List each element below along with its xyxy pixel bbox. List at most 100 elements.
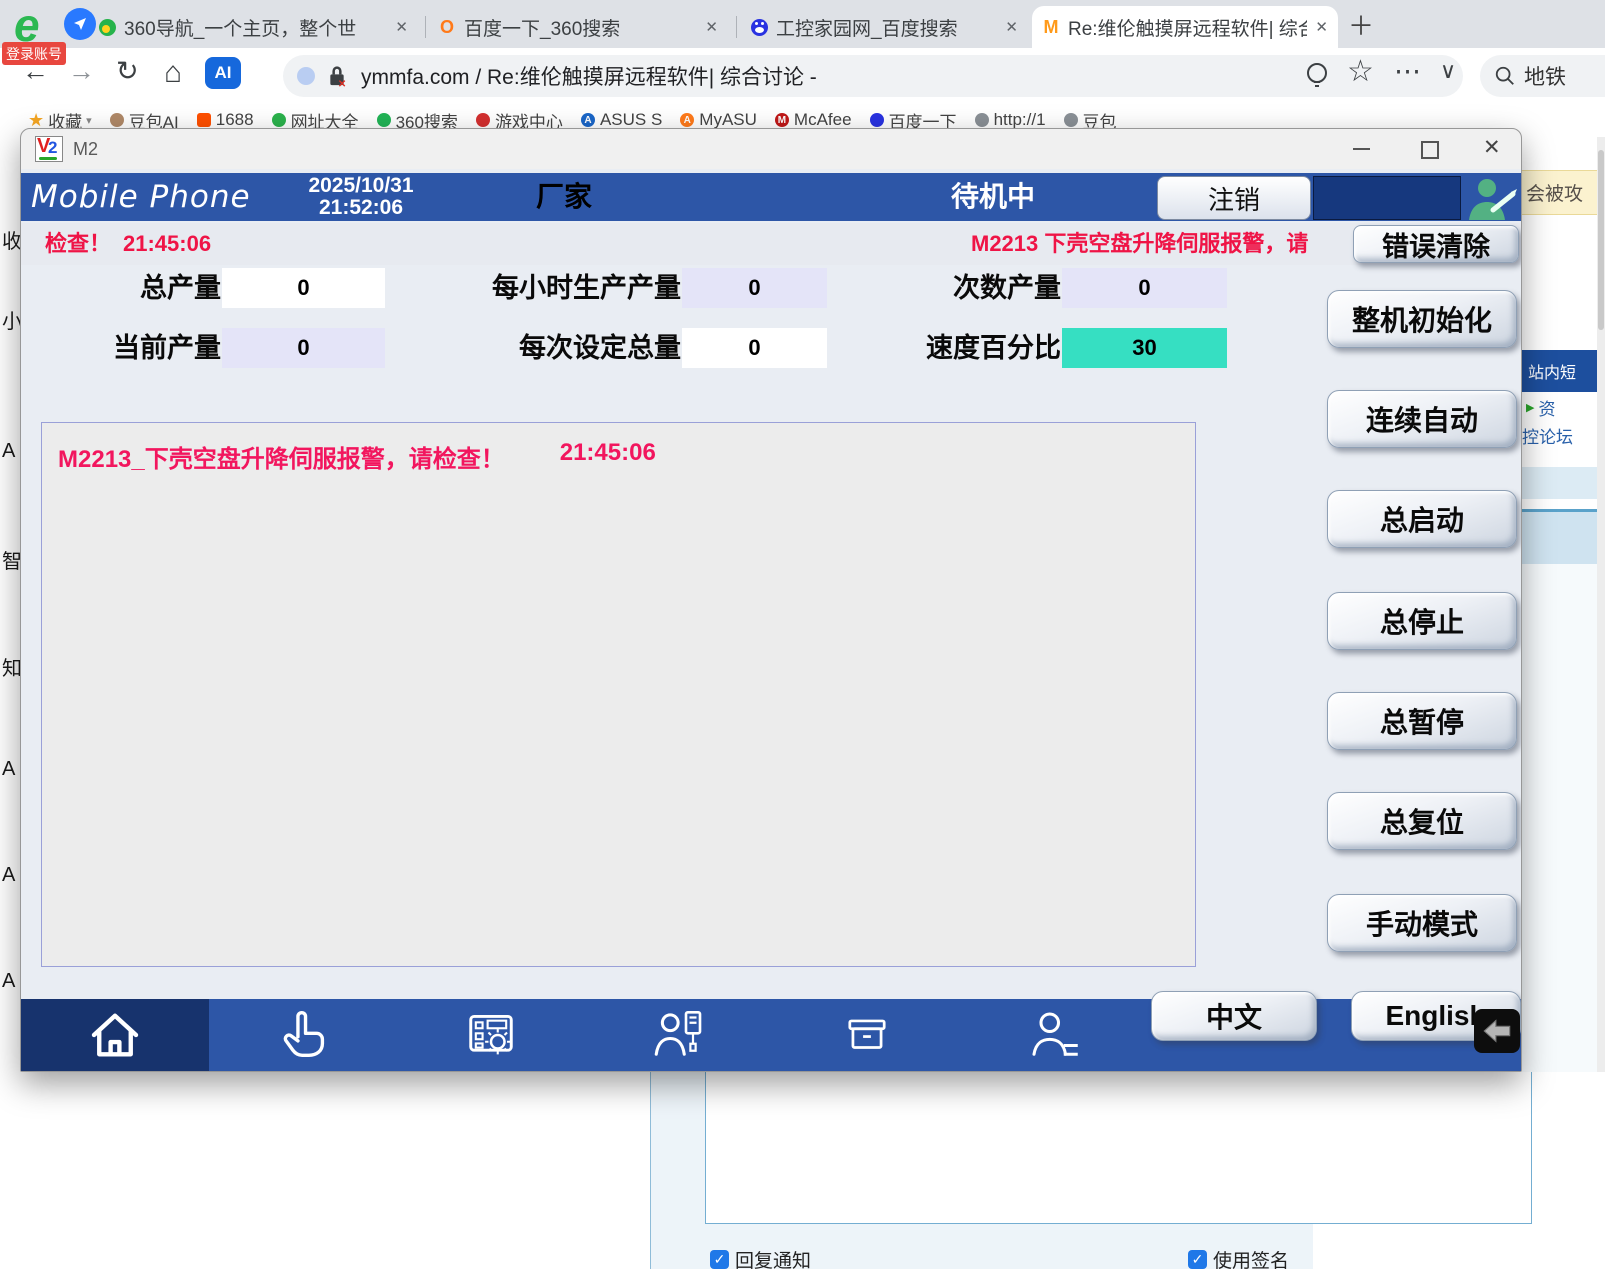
check-time: 21:45:06	[123, 223, 211, 265]
screen: e 360导航_一个主页，整个世 ✕ O 百度一下_360搜索 ✕ 工控家园网_…	[0, 0, 1605, 1269]
bookmark-1688[interactable]: 1688	[197, 110, 254, 130]
caret-down-icon: ▾	[86, 114, 92, 127]
stat-label-hourly-output: 每小时生产产量	[441, 268, 681, 308]
address-bar[interactable]: ✕ ymmfa.com / Re:维伦触摸屏远程软件| 综合讨论 -	[283, 55, 1463, 97]
stat-value-total-output[interactable]: 0	[222, 268, 385, 308]
check-label: 检查！	[45, 223, 111, 265]
use-signature-option[interactable]: ✓ 使用签名	[1188, 1246, 1289, 1269]
stat-value-set-total[interactable]: 0	[682, 328, 827, 368]
window-title-bar[interactable]: V2 M2	[21, 129, 1521, 169]
home-icon[interactable]: ⌂	[164, 56, 182, 90]
bookmark-star-icon[interactable]: ☆	[1347, 54, 1374, 89]
new-tab-button[interactable]: ＋	[1348, 6, 1374, 43]
ai-button[interactable]: AI	[205, 57, 241, 89]
nav-storage-tab[interactable]	[773, 999, 961, 1071]
stat-label-speed-percent: 速度百分比	[861, 328, 1061, 368]
forum-link2[interactable]: 控论坛	[1522, 423, 1573, 448]
checkbox-checked-icon[interactable]: ✓	[710, 1250, 729, 1269]
user-list-icon	[1026, 1007, 1084, 1063]
reply-textarea-fragment[interactable]	[705, 1072, 1532, 1224]
svg-text:✕: ✕	[338, 79, 346, 88]
globe-icon	[975, 113, 989, 127]
hmi-brand: Mobile Phone	[31, 173, 251, 221]
bookmark-asus[interactable]: AASUS S	[581, 110, 662, 130]
tab-weilun-forum-active[interactable]: M Re:维伦触摸屏远程软件| 综合 ✕	[1032, 6, 1338, 48]
bookmark-mcafee[interactable]: MMcAfee	[775, 110, 852, 130]
user-field-box[interactable]	[1313, 176, 1461, 220]
browser-tab-bar: e 360导航_一个主页，整个世 ✕ O 百度一下_360搜索 ✕ 工控家园网_…	[0, 0, 1605, 48]
master-stop-button[interactable]: 总停止	[1327, 592, 1517, 650]
tab-baidu-search[interactable]: O 百度一下_360搜索 ✕	[428, 6, 728, 48]
reply-notify-option[interactable]: ✓ 回复通知	[710, 1246, 811, 1269]
chevron-down-icon[interactable]: ∨	[1440, 58, 1456, 84]
vnc-viewer-icon: V2	[35, 136, 63, 162]
stat-label-defect-count: 次数产量	[881, 268, 1061, 308]
tab-separator	[736, 16, 737, 38]
globe-icon	[1064, 113, 1078, 127]
tab-close-icon[interactable]: ✕	[1315, 18, 1328, 36]
forum-link1[interactable]: ▶资	[1526, 395, 1555, 420]
forward-icon[interactable]: →	[68, 56, 95, 87]
continuous-auto-button[interactable]: 连续自动	[1327, 390, 1517, 448]
window-title: M2	[73, 139, 98, 160]
bookmark-http1[interactable]: http://1	[975, 110, 1046, 130]
tab-close-icon[interactable]: ✕	[1005, 18, 1018, 36]
nav-home-tab[interactable]	[21, 999, 209, 1071]
tab-close-icon[interactable]: ✕	[705, 18, 718, 36]
page-scrollbar-thumb[interactable]	[1598, 150, 1604, 330]
insecure-lock-icon[interactable]: ✕	[327, 64, 347, 88]
alarm-status-strip: 检查！ 21:45:06 M2213 下壳空盘升降伺服报警，请 错误清除	[21, 223, 1521, 265]
site-info-icon[interactable]	[297, 67, 315, 85]
logout-button[interactable]: 注销	[1157, 176, 1311, 220]
active-alarm-message: M2213 下壳空盘升降伺服报警，请	[971, 223, 1353, 265]
nav-user-tab[interactable]	[961, 999, 1149, 1071]
lightbulb-icon[interactable]	[1303, 61, 1331, 91]
stat-value-defect-count[interactable]: 0	[1062, 268, 1227, 308]
login-account-badge[interactable]: 登录账号	[2, 42, 66, 65]
lang-chinese-button[interactable]: 中文	[1151, 991, 1317, 1041]
wangzhi-favicon	[272, 113, 286, 127]
manual-mode-button[interactable]: 手动模式	[1327, 894, 1517, 952]
reload-icon[interactable]: ↻	[116, 56, 139, 87]
paper-plane-icon	[72, 16, 88, 32]
security-notice-fragment: 会被攻	[1522, 170, 1597, 215]
quick-search-box[interactable]: 地铁	[1480, 55, 1605, 97]
tab1-favicon	[98, 18, 116, 36]
checkbox-checked-icon[interactable]: ✓	[1188, 1250, 1207, 1269]
window-minimize-icon[interactable]	[1353, 148, 1370, 150]
tab-360-nav[interactable]: 360导航_一个主页，整个世 ✕	[88, 6, 418, 48]
vnc-back-overlay-button[interactable]	[1474, 1009, 1520, 1053]
control-panel-gear-icon	[462, 1008, 520, 1062]
nav-settings-tab[interactable]	[397, 999, 585, 1071]
bookmark-myasus[interactable]: AMyASU	[680, 110, 757, 130]
alarm-text: M2213_下壳空盘升降伺服报警，请检查！	[58, 439, 505, 474]
tab-title: 360导航_一个主页，整个世	[124, 14, 387, 41]
alarm-list-item[interactable]: M2213_下壳空盘升降伺服报警，请检查！ 21:45:06	[58, 439, 656, 474]
window-close-icon[interactable]: ✕	[1483, 135, 1501, 160]
alarm-list-box: M2213_下壳空盘升降伺服报警，请检查！ 21:45:06	[41, 422, 1196, 967]
forum-row-band	[1522, 467, 1597, 499]
asus-favicon: A	[581, 113, 595, 127]
more-menu-icon[interactable]: ⋯	[1394, 56, 1421, 87]
master-start-button[interactable]: 总启动	[1327, 490, 1517, 548]
tab-title: Re:维伦触摸屏远程软件| 综合	[1068, 14, 1307, 41]
master-reset-button[interactable]: 总复位	[1327, 792, 1517, 850]
user-avatar-icon[interactable]	[1463, 174, 1521, 220]
master-pause-button[interactable]: 总暂停	[1327, 692, 1517, 750]
tab-gongkong[interactable]: 工控家园网_百度搜索 ✕	[740, 6, 1028, 48]
nav-manual-tab[interactable]	[209, 999, 397, 1071]
box-tray-icon	[839, 1010, 895, 1060]
hmi-screen: Mobile Phone 2025/10/31 21:52:06 厂家 待机中 …	[21, 169, 1521, 1071]
nav-operator-tab[interactable]	[585, 999, 773, 1071]
tab-close-icon[interactable]: ✕	[395, 18, 408, 36]
forum-header-fragment: 站内短	[1522, 350, 1597, 392]
machine-init-button[interactable]: 整机初始化	[1327, 290, 1517, 348]
error-clear-button[interactable]: 错误清除	[1353, 225, 1519, 263]
stat-value-hourly-output[interactable]: 0	[682, 268, 827, 308]
window-maximize-icon[interactable]	[1421, 141, 1439, 159]
stat-value-speed-percent[interactable]: 30	[1062, 328, 1227, 368]
machine-status-label: 待机中	[951, 173, 1035, 221]
search-icon	[1494, 65, 1516, 87]
search-query-text: 地铁	[1524, 61, 1566, 91]
stat-value-current-output[interactable]: 0	[222, 328, 385, 368]
